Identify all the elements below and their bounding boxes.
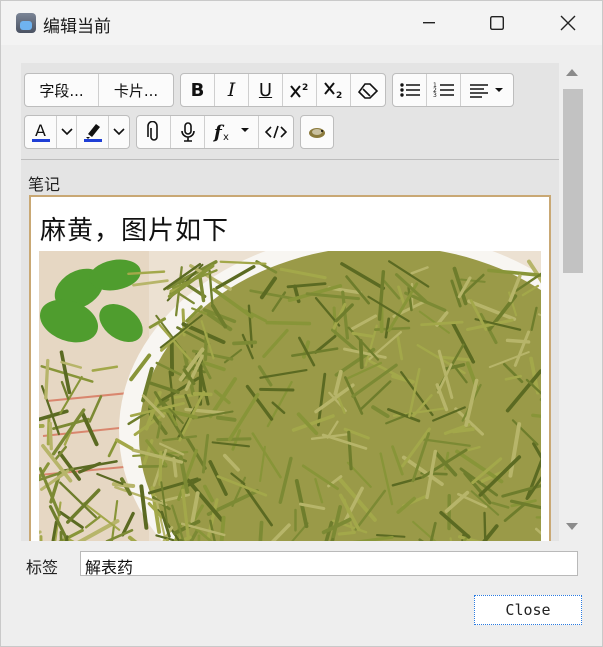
subscript-icon: 2 xyxy=(323,82,342,99)
html-editor-button[interactable] xyxy=(259,116,293,148)
fields-cards-group: 字段... 卡片... xyxy=(24,73,174,107)
editor-area: 字段... 卡片... B I U 2 2 1 2 3 A f x 笔记 麻黄，… xyxy=(21,63,559,541)
svg-text:2: 2 xyxy=(336,91,342,99)
scroll-up-icon[interactable] xyxy=(566,69,578,76)
ephedra-photo xyxy=(39,251,541,541)
bird-icon xyxy=(309,128,325,138)
close-window-button[interactable] xyxy=(545,1,591,45)
scrollbar-thumb[interactable] xyxy=(563,89,583,273)
field-name-label: 笔记 xyxy=(28,175,61,194)
underline-button[interactable]: U xyxy=(249,74,283,106)
svg-text:A: A xyxy=(35,121,46,140)
close-icon xyxy=(560,15,576,31)
svg-text:x: x xyxy=(223,132,229,143)
addon-button[interactable] xyxy=(301,116,333,148)
math-equation-dropdown[interactable]: fx xyxy=(205,116,259,148)
highlighter-icon xyxy=(83,124,102,142)
close-button[interactable]: Close xyxy=(474,595,582,625)
text-color-button[interactable]: A xyxy=(25,116,57,148)
vertical-scrollbar[interactable] xyxy=(561,63,585,541)
align-left-icon xyxy=(470,84,503,98)
minimize-button[interactable] xyxy=(406,1,452,45)
minimize-icon xyxy=(423,22,435,24)
text-color-dropdown[interactable] xyxy=(57,116,77,148)
edit-current-window: 编辑当前 字段... 卡片... B I U 2 2 1 2 3 A f x 笔… xyxy=(0,0,603,647)
chevron-down-icon xyxy=(60,128,73,136)
highlight-color-dropdown[interactable] xyxy=(109,116,129,148)
addon-group xyxy=(300,115,334,149)
note-field-editor[interactable]: 麻黄，图片如下 xyxy=(29,195,551,541)
toolbar-row-1: 字段... 卡片... B I U 2 2 1 2 3 xyxy=(24,73,514,107)
eraser-icon xyxy=(357,83,379,99)
italic-button[interactable]: I xyxy=(215,74,249,106)
title-bar: 编辑当前 xyxy=(1,1,602,45)
function-icon: fx xyxy=(212,122,249,143)
tags-label: 标签 xyxy=(26,558,59,577)
svg-text:2: 2 xyxy=(302,83,308,93)
field-content-text: 麻黄，图片如下 xyxy=(40,216,230,246)
tags-input[interactable]: 解表药 xyxy=(80,551,578,577)
maximize-button[interactable] xyxy=(474,1,520,45)
text-color-icon: A xyxy=(31,121,50,142)
scroll-down-icon[interactable] xyxy=(566,523,578,530)
microphone-icon xyxy=(180,122,195,142)
color-group: A xyxy=(24,115,130,149)
svg-text:3: 3 xyxy=(433,92,437,99)
insert-group: fx xyxy=(136,115,294,149)
toolbar-separator xyxy=(21,159,559,160)
subscript-button[interactable]: 2 xyxy=(317,74,351,106)
superscript-button[interactable]: 2 xyxy=(283,74,317,106)
paperclip-icon xyxy=(146,121,158,141)
format-group: B I U 2 2 xyxy=(180,73,386,107)
numbered-list-icon: 123 xyxy=(433,82,454,99)
code-icon xyxy=(265,125,287,139)
fields-button[interactable]: 字段... xyxy=(25,74,99,106)
superscript-icon: 2 xyxy=(289,83,308,98)
toolbar-row-2: A fx xyxy=(24,115,334,149)
clear-format-button[interactable] xyxy=(351,74,385,106)
maximize-icon xyxy=(490,16,504,30)
record-audio-button[interactable] xyxy=(171,116,205,148)
window-title: 编辑当前 xyxy=(43,17,111,37)
cards-button[interactable]: 卡片... xyxy=(99,74,173,106)
ordered-list-button[interactable]: 123 xyxy=(427,74,461,106)
bullet-list-icon xyxy=(399,83,420,97)
alignment-dropdown[interactable] xyxy=(461,74,513,106)
app-icon xyxy=(16,13,36,33)
chevron-down-icon xyxy=(113,128,125,136)
highlight-color-button[interactable] xyxy=(77,116,109,148)
ephedra-image xyxy=(39,251,541,541)
attach-button[interactable] xyxy=(137,116,171,148)
list-group: 123 xyxy=(392,73,514,107)
bold-button[interactable]: B xyxy=(181,74,215,106)
unordered-list-button[interactable] xyxy=(393,74,427,106)
